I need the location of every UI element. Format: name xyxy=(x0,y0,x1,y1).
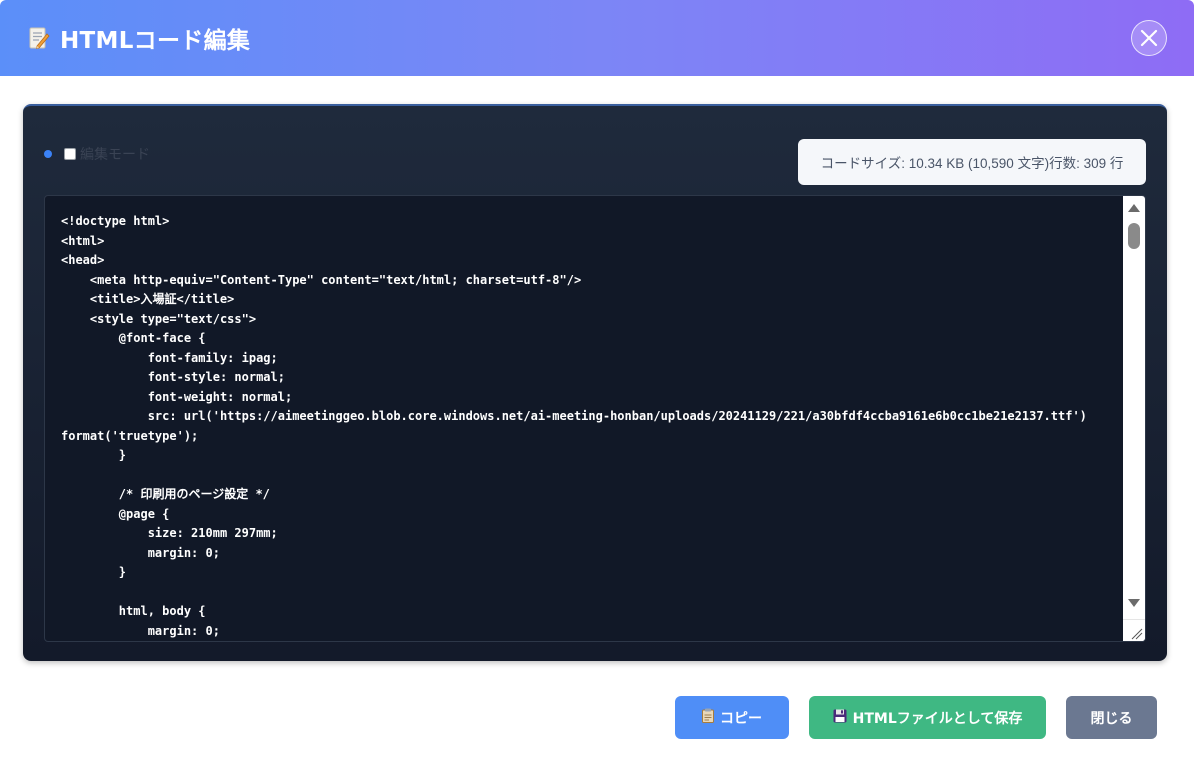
code-line[interactable] xyxy=(61,466,1121,486)
code-line[interactable] xyxy=(61,583,1121,603)
code-line[interactable]: <meta http-equiv="Content-Type" content=… xyxy=(61,271,1121,291)
copy-button[interactable]: コピー xyxy=(675,696,789,739)
save-html-button[interactable]: HTMLファイルとして保存 xyxy=(809,696,1046,739)
code-textarea[interactable]: <!doctype html> <html> <head> <meta http-e… xyxy=(44,195,1146,642)
code-line[interactable]: @page { xyxy=(61,505,1121,525)
code-line[interactable]: <title>入場証</title> xyxy=(61,290,1121,310)
dialog-title: HTMLコード編集 xyxy=(60,28,251,54)
code-line[interactable]: font-family: ipag; xyxy=(61,349,1121,369)
vertical-scrollbar[interactable] xyxy=(1123,196,1145,641)
save-button-label: HTMLファイルとして保存 xyxy=(852,710,1023,727)
code-line[interactable]: } xyxy=(61,446,1121,466)
close-button-label: 閉じる xyxy=(1090,710,1133,727)
code-line[interactable]: font-weight: normal; xyxy=(61,388,1121,408)
code-line[interactable]: } xyxy=(61,563,1121,583)
floppy-disk-icon xyxy=(833,709,847,727)
dialog-header: HTMLコード編集 xyxy=(0,0,1194,76)
scroll-up-arrow-icon[interactable] xyxy=(1128,204,1140,212)
html-code-edit-dialog: HTMLコード編集 編集モード コードサイズ: 10.34 KB (10,590… xyxy=(0,0,1194,778)
resize-handle[interactable] xyxy=(1123,619,1145,641)
code-line[interactable]: margin: 0; xyxy=(61,622,1121,642)
status-dot xyxy=(44,150,52,158)
code-line[interactable]: <style type="text/css"> xyxy=(61,310,1121,330)
code-line[interactable]: /* 印刷用のページ設定 */ xyxy=(61,485,1121,505)
code-line[interactable]: @font-face { xyxy=(61,329,1121,349)
copy-button-label: コピー xyxy=(720,710,762,727)
memo-icon xyxy=(28,26,50,50)
code-line[interactable]: size: 210mm 297mm; xyxy=(61,524,1121,544)
scrollbar-thumb[interactable] xyxy=(1128,223,1140,249)
editor-panel: 編集モード コードサイズ: 10.34 KB (10,590 文字)行数: 30… xyxy=(23,104,1167,661)
clipboard-icon xyxy=(702,708,714,727)
code-line[interactable]: format('truetype'); xyxy=(61,427,1121,447)
close-icon xyxy=(1140,29,1158,47)
scroll-down-arrow-icon[interactable] xyxy=(1128,599,1140,607)
code-line[interactable]: html, body { xyxy=(61,602,1121,622)
edit-mode-label[interactable]: 編集モード xyxy=(80,144,150,164)
code-size-info: コードサイズ: 10.34 KB (10,590 文字)行数: 309 行 xyxy=(798,139,1146,185)
code-content[interactable]: <!doctype html> <html> <head> <meta http-e… xyxy=(61,212,1121,641)
close-button[interactable]: 閉じる xyxy=(1066,696,1157,739)
close-x-button[interactable] xyxy=(1131,20,1167,56)
edit-mode-checkbox[interactable] xyxy=(64,148,76,160)
code-line[interactable]: src: url('https://aimeetinggeo.blob.core… xyxy=(61,407,1121,427)
resize-grip-icon xyxy=(1131,628,1143,640)
code-line[interactable]: font-style: normal; xyxy=(61,368,1121,388)
code-line[interactable]: <!doctype html> xyxy=(61,212,1121,232)
edit-mode-toggle: 編集モード xyxy=(44,144,150,164)
code-line[interactable]: <html> xyxy=(61,232,1121,252)
code-line[interactable]: <head> xyxy=(61,251,1121,271)
code-line[interactable]: margin: 0; xyxy=(61,544,1121,564)
